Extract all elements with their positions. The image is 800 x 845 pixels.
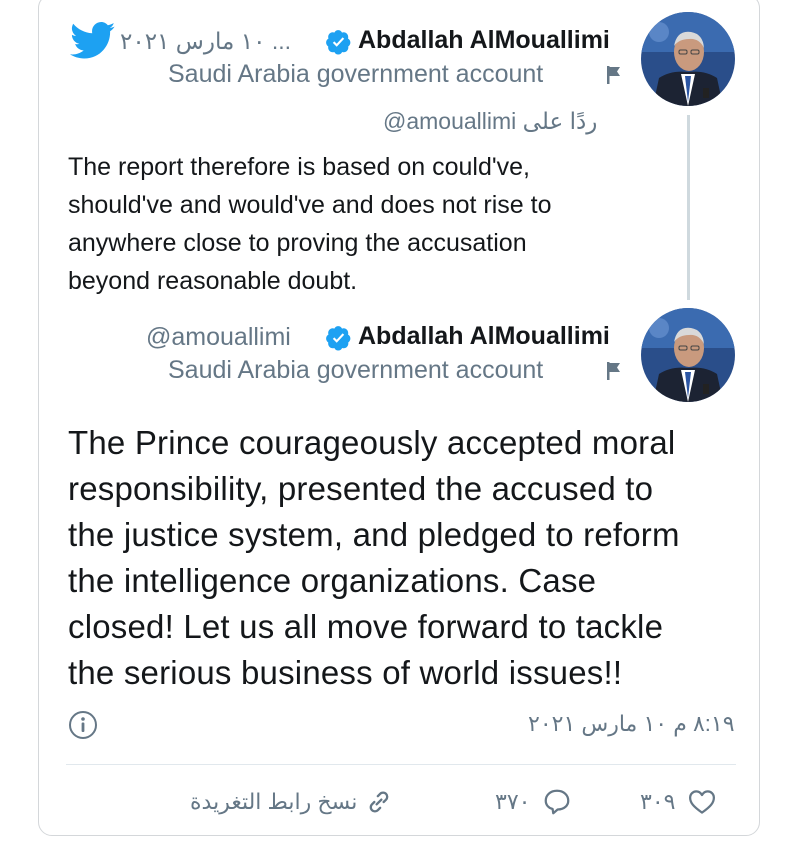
flag-icon xyxy=(607,362,620,380)
link-icon xyxy=(369,791,389,813)
reply-context: @amouallimi ردًا على xyxy=(383,108,597,135)
reply-prefix: ردًا على xyxy=(522,108,598,134)
parent-tweet-text: The report therefore is based on could'v… xyxy=(68,148,668,300)
text-line: anywhere close to proving the accusation xyxy=(68,229,527,257)
like-button[interactable]: ٣٠٩ xyxy=(640,784,717,820)
text-line: The report therefore is based on could'v… xyxy=(68,153,530,181)
flag-icon xyxy=(607,66,620,84)
main-author-handle[interactable]: @amouallimi xyxy=(146,323,291,352)
parent-avatar[interactable] xyxy=(641,12,735,106)
parent-author-name[interactable]: Abdallah AlMouallimi xyxy=(358,26,610,55)
avatar-photo xyxy=(641,308,735,402)
heart-icon xyxy=(689,790,716,814)
main-tweet-text: The Prince courageously accepted moral r… xyxy=(68,420,758,696)
info-icon[interactable] xyxy=(68,710,98,740)
reply-button[interactable]: ٣٧٠ xyxy=(495,784,572,820)
parent-account-label: Saudi Arabia government account xyxy=(168,60,544,88)
verified-badge-icon xyxy=(326,30,351,55)
main-tweet-timestamp[interactable]: ٨:١٩ م ١٠ مارس ٢٠٢١ xyxy=(528,711,735,737)
text-line: the serious business of world issues!! xyxy=(68,654,623,691)
reply-count: ٣٧٠ xyxy=(495,789,531,814)
main-author-name[interactable]: Abdallah AlMouallimi xyxy=(358,322,610,351)
main-avatar[interactable] xyxy=(641,308,735,402)
verified-badge-icon xyxy=(326,326,351,351)
reply-handle[interactable]: @amouallimi xyxy=(383,108,516,134)
copy-link-label: نسخ رابط التغريدة xyxy=(190,789,358,814)
parent-tweet-date[interactable]: ... ١٠ مارس ٢٠٢١ xyxy=(120,28,291,55)
copy-link-button[interactable]: نسخ رابط التغريدة xyxy=(190,784,393,820)
like-count: ٣٠٩ xyxy=(640,789,676,814)
text-line: beyond reasonable doubt. xyxy=(68,267,358,295)
twitter-bird-icon[interactable] xyxy=(70,22,116,60)
text-line: closed! Let us all move forward to tackl… xyxy=(68,608,664,645)
text-line: responsibility, presented the accused to xyxy=(68,470,654,507)
text-line: the justice system, and pledged to refor… xyxy=(68,516,680,553)
text-line: should've and would've and does not rise… xyxy=(68,191,552,219)
text-line: The Prince courageously accepted moral xyxy=(68,424,676,461)
speech-bubble-icon xyxy=(545,789,570,815)
thread-connector-line xyxy=(687,115,690,300)
text-line: the intelligence organizations. Case xyxy=(68,562,597,599)
divider xyxy=(66,764,736,765)
main-account-label: Saudi Arabia government account xyxy=(168,356,544,384)
avatar-photo xyxy=(641,12,735,106)
